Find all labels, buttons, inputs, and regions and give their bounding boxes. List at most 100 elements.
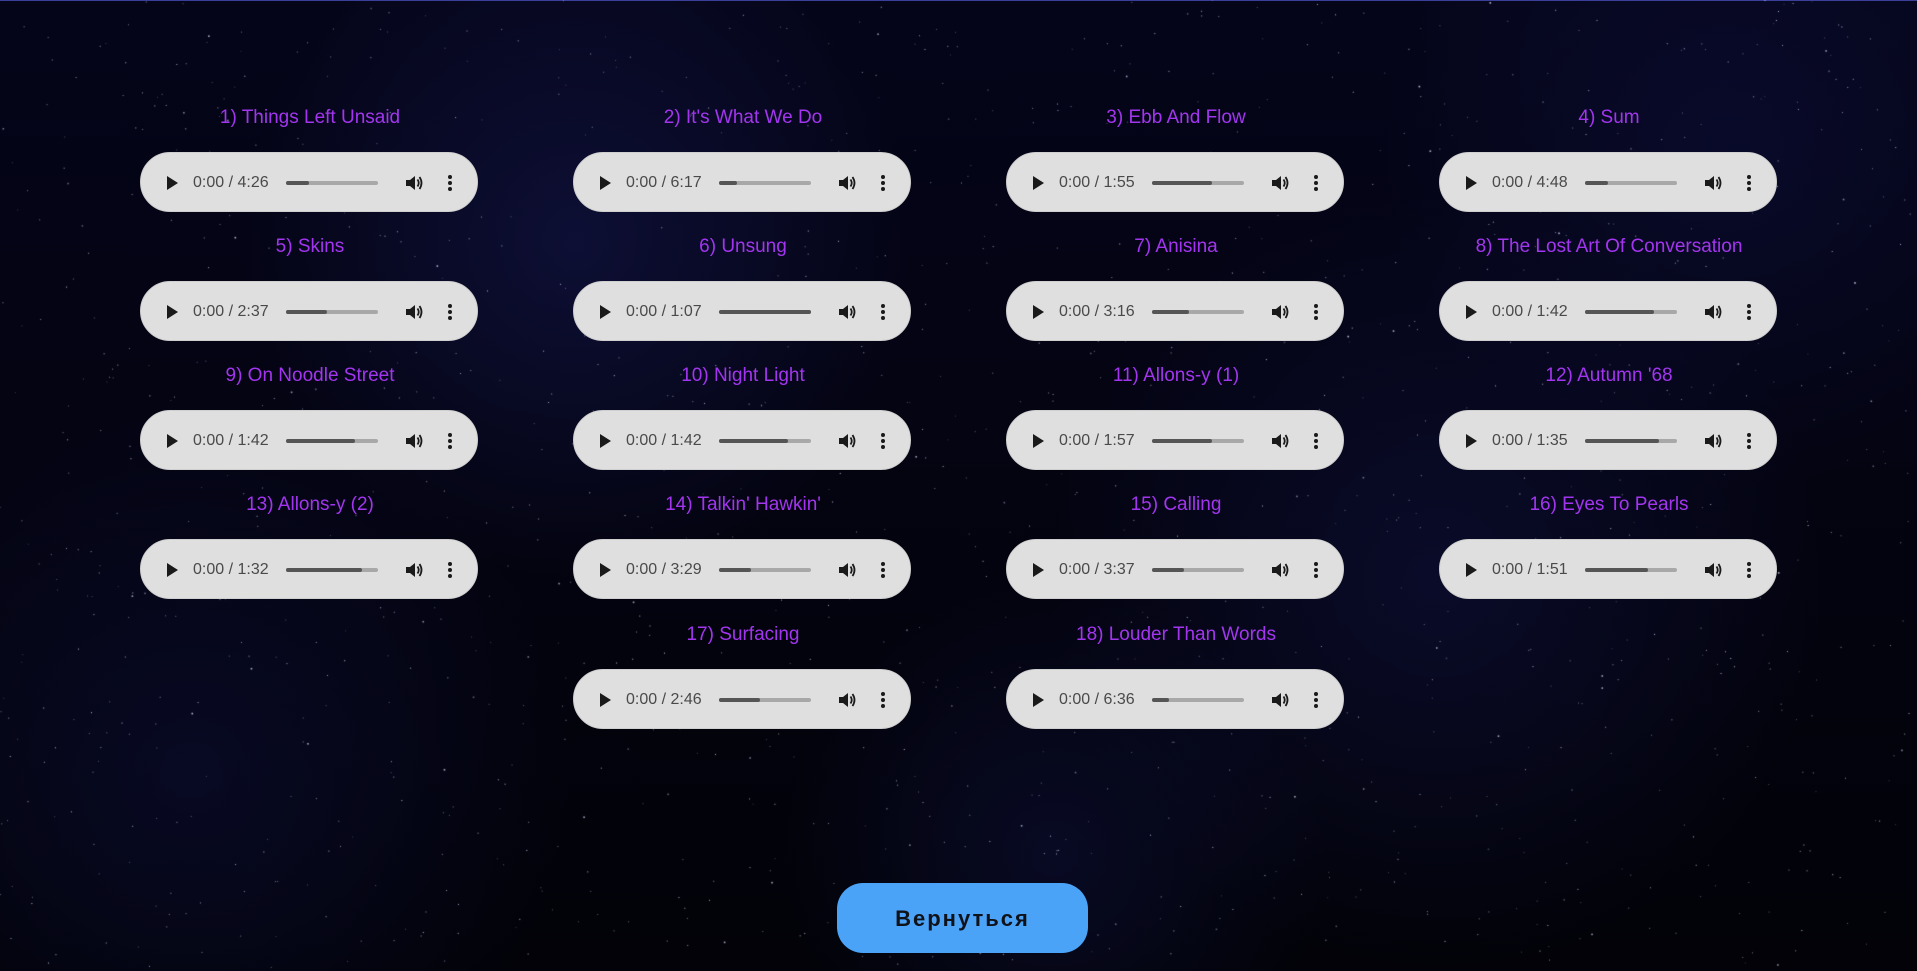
play-icon[interactable] bbox=[1023, 426, 1053, 456]
track-title: 6) Unsung bbox=[699, 236, 787, 257]
volume-icon[interactable] bbox=[1265, 168, 1295, 198]
seek-slider[interactable] bbox=[1152, 568, 1244, 572]
audio-player: 0:00 / 2:46 bbox=[573, 669, 911, 729]
play-icon[interactable] bbox=[157, 426, 187, 456]
play-icon[interactable] bbox=[1456, 555, 1486, 585]
volume-icon[interactable] bbox=[1698, 168, 1728, 198]
track-item: 10) Night Light 0:00 / 1:42 bbox=[573, 363, 913, 473]
more-options-icon[interactable] bbox=[435, 426, 465, 456]
time-display: 0:00 / 1:32 bbox=[193, 561, 269, 578]
track-item: 18) Louder Than Words 0:00 / 6:36 bbox=[1006, 622, 1346, 732]
time-display: 0:00 / 1:42 bbox=[1492, 303, 1568, 320]
seek-slider[interactable] bbox=[719, 568, 811, 572]
seek-slider[interactable] bbox=[1585, 181, 1677, 185]
volume-icon[interactable] bbox=[399, 426, 429, 456]
seek-slider[interactable] bbox=[1585, 310, 1677, 314]
play-icon[interactable] bbox=[590, 297, 620, 327]
more-options-icon[interactable] bbox=[1734, 555, 1764, 585]
volume-icon[interactable] bbox=[1698, 426, 1728, 456]
seek-slider[interactable] bbox=[286, 310, 378, 314]
play-icon[interactable] bbox=[157, 555, 187, 585]
more-options-icon[interactable] bbox=[1301, 555, 1331, 585]
volume-icon[interactable] bbox=[832, 297, 862, 327]
play-icon[interactable] bbox=[590, 555, 620, 585]
seek-fill bbox=[286, 181, 309, 185]
play-icon[interactable] bbox=[157, 168, 187, 198]
play-icon[interactable] bbox=[1456, 168, 1486, 198]
more-options-icon[interactable] bbox=[435, 555, 465, 585]
seek-slider[interactable] bbox=[1585, 568, 1677, 572]
more-options-icon[interactable] bbox=[435, 297, 465, 327]
track-title: 9) On Noodle Street bbox=[225, 365, 395, 386]
track-item: 14) Talkin' Hawkin' 0:00 / 3:29 bbox=[573, 492, 913, 602]
play-icon[interactable] bbox=[590, 685, 620, 715]
seek-slider[interactable] bbox=[1152, 310, 1244, 314]
track-title: 8) The Lost Art Of Conversation bbox=[1475, 236, 1743, 257]
play-icon[interactable] bbox=[1023, 685, 1053, 715]
volume-icon[interactable] bbox=[1265, 426, 1295, 456]
more-options-icon[interactable] bbox=[868, 297, 898, 327]
track-item: 15) Calling 0:00 / 3:37 bbox=[1006, 492, 1346, 602]
play-icon[interactable] bbox=[1023, 168, 1053, 198]
volume-icon[interactable] bbox=[1265, 555, 1295, 585]
volume-icon[interactable] bbox=[832, 555, 862, 585]
back-button[interactable]: Вернуться bbox=[837, 883, 1088, 953]
more-options-icon[interactable] bbox=[868, 168, 898, 198]
seek-slider[interactable] bbox=[1152, 698, 1244, 702]
more-options-icon[interactable] bbox=[1734, 297, 1764, 327]
track-title: 13) Allons-y (2) bbox=[246, 494, 374, 515]
more-options-icon[interactable] bbox=[868, 426, 898, 456]
more-options-icon[interactable] bbox=[1301, 297, 1331, 327]
seek-fill bbox=[719, 698, 760, 702]
more-options-icon[interactable] bbox=[435, 168, 465, 198]
play-icon[interactable] bbox=[1456, 297, 1486, 327]
more-options-icon[interactable] bbox=[868, 685, 898, 715]
more-options-icon[interactable] bbox=[1734, 426, 1764, 456]
track-item: 12) Autumn '68 0:00 / 1:35 bbox=[1439, 363, 1779, 473]
seek-slider[interactable] bbox=[1152, 181, 1244, 185]
play-icon[interactable] bbox=[590, 168, 620, 198]
time-display: 0:00 / 3:16 bbox=[1059, 303, 1135, 320]
more-options-icon[interactable] bbox=[1301, 685, 1331, 715]
seek-slider[interactable] bbox=[286, 439, 378, 443]
volume-icon[interactable] bbox=[832, 685, 862, 715]
volume-icon[interactable] bbox=[399, 555, 429, 585]
time-display: 0:00 / 3:37 bbox=[1059, 561, 1135, 578]
seek-slider[interactable] bbox=[1585, 439, 1677, 443]
play-icon[interactable] bbox=[1023, 555, 1053, 585]
play-icon[interactable] bbox=[590, 426, 620, 456]
play-icon[interactable] bbox=[1023, 297, 1053, 327]
seek-slider[interactable] bbox=[1152, 439, 1244, 443]
play-icon[interactable] bbox=[157, 297, 187, 327]
seek-fill bbox=[719, 439, 788, 443]
seek-slider[interactable] bbox=[719, 439, 811, 443]
track-title: 14) Talkin' Hawkin' bbox=[665, 494, 821, 515]
audio-player: 0:00 / 3:29 bbox=[573, 539, 911, 599]
volume-icon[interactable] bbox=[1265, 685, 1295, 715]
seek-slider[interactable] bbox=[286, 568, 378, 572]
track-title: 1) Things Left Unsaid bbox=[219, 107, 401, 128]
track-item: 17) Surfacing 0:00 / 2:46 bbox=[573, 622, 913, 732]
more-options-icon[interactable] bbox=[1734, 168, 1764, 198]
seek-slider[interactable] bbox=[286, 181, 378, 185]
volume-icon[interactable] bbox=[1698, 555, 1728, 585]
time-display: 0:00 / 3:29 bbox=[626, 561, 702, 578]
play-icon[interactable] bbox=[1456, 426, 1486, 456]
volume-icon[interactable] bbox=[399, 168, 429, 198]
seek-slider[interactable] bbox=[719, 698, 811, 702]
volume-icon[interactable] bbox=[1265, 297, 1295, 327]
track-item: 9) On Noodle Street 0:00 / 1:42 bbox=[140, 363, 480, 473]
volume-icon[interactable] bbox=[1698, 297, 1728, 327]
more-options-icon[interactable] bbox=[1301, 426, 1331, 456]
seek-slider[interactable] bbox=[719, 181, 811, 185]
more-options-icon[interactable] bbox=[868, 555, 898, 585]
seek-slider[interactable] bbox=[719, 310, 811, 314]
more-options-icon[interactable] bbox=[1301, 168, 1331, 198]
seek-fill bbox=[1585, 439, 1659, 443]
track-item: 13) Allons-y (2) 0:00 / 1:32 bbox=[140, 492, 480, 602]
track-title: 17) Surfacing bbox=[686, 624, 800, 645]
volume-icon[interactable] bbox=[399, 297, 429, 327]
volume-icon[interactable] bbox=[832, 168, 862, 198]
audio-player: 0:00 / 1:42 bbox=[1439, 281, 1777, 341]
volume-icon[interactable] bbox=[832, 426, 862, 456]
